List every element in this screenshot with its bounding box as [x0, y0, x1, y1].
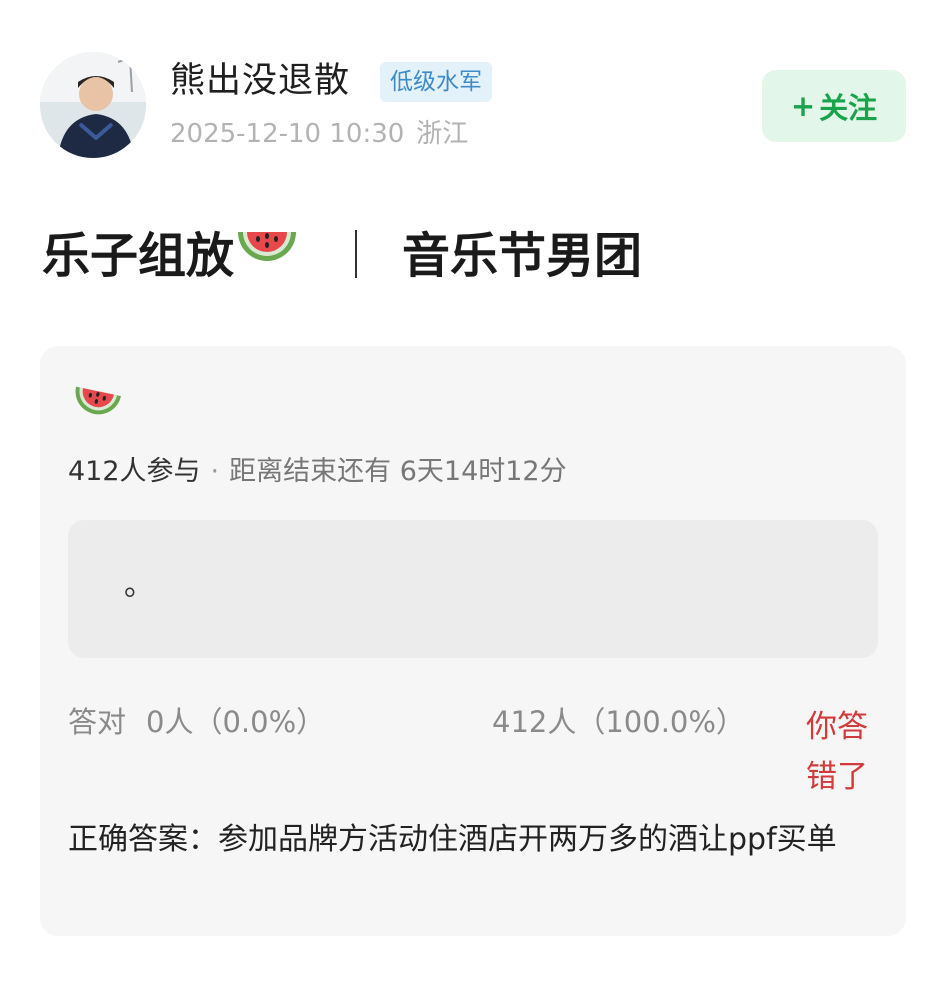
follow-label: 关注 [819, 91, 878, 125]
correct-label: 答对 [68, 705, 127, 739]
quiz-card: 412人参与 · 距离结束还有 6天14时12分 。 答对 0人（0.0%） 412人… [40, 346, 906, 936]
author-name[interactable]: 熊出没退散 [170, 56, 350, 106]
post-timestamp: 2025-12-10 10:30 [170, 119, 405, 149]
post-title-part1: 乐子组放 [42, 227, 235, 284]
stats-dot: · [210, 456, 220, 487]
correct-count: 0人（0.0%） [146, 705, 326, 739]
watermelon-icon [68, 380, 124, 430]
quiz-option[interactable]: 。 [68, 520, 878, 658]
author-badge: 低级水军 [380, 62, 492, 102]
correct-answer: 正确答案：参加品牌方活动住酒店开两万多的酒让ppf买单 [68, 822, 837, 857]
avatar-image [40, 52, 146, 158]
post-meta: 2025-12-10 10:30 浙江 [170, 116, 468, 152]
wrong-answer-label: 你答错了 [806, 709, 868, 795]
post-title-part2: 音乐节男团 [402, 227, 643, 284]
post-location: 浙江 [416, 119, 469, 149]
post-title: 乐子组放 ｜ 音乐节男团 [42, 218, 642, 293]
time-remaining: 距离结束还有 6天14时12分 [229, 456, 567, 487]
avatar[interactable] [40, 52, 146, 158]
quiz-result-row: 答对 0人（0.0%） 412人（100.0%） [68, 702, 878, 742]
quiz-option-text: 。 [124, 568, 154, 603]
plus-icon: + [790, 89, 816, 123]
participant-count: 412人参与 [68, 456, 201, 487]
other-count: 412人（100.0%） [492, 705, 745, 739]
follow-button[interactable]: + 关注 [762, 70, 906, 142]
watermelon-icon [236, 218, 298, 293]
title-separator: ｜ [332, 227, 381, 284]
quiz-stats: 412人参与 · 距离结束还有 6天14时12分 [68, 454, 567, 490]
